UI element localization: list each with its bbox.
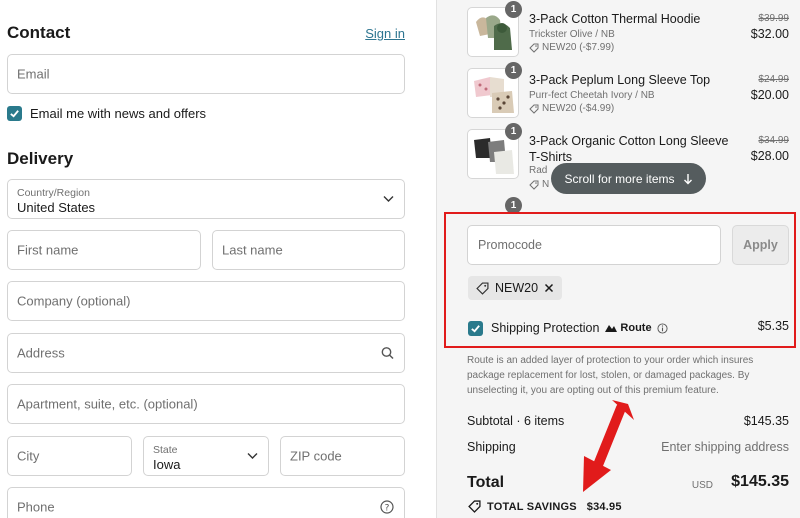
shipping-protection-price: $5.35 — [757, 319, 789, 333]
total-currency: USD — [691, 480, 713, 491]
shipping-protection-row: Shipping Protection Route $5.35 — [468, 319, 789, 337]
applied-code-text: NEW20 — [495, 281, 539, 295]
route-brand-text: Route — [620, 322, 652, 334]
item-discount-text: NEW20 (-$7.99) — [542, 42, 615, 53]
item-price: $20.00 — [750, 88, 789, 102]
info-icon[interactable] — [657, 322, 668, 334]
item-variant: Purr-fect Cheetah Ivory / NB — [529, 90, 655, 101]
help-icon[interactable]: ? — [380, 500, 394, 514]
apply-button[interactable]: Apply — [732, 225, 789, 265]
item-name: 3-Pack Cotton Thermal Hoodie — [529, 12, 701, 26]
arrow-down-icon — [683, 173, 692, 184]
item-discount: N — [529, 179, 549, 190]
newsletter-label: Email me with news and offers — [30, 106, 207, 121]
chevron-down-icon — [247, 453, 258, 460]
shipping-protection-checkbox[interactable] — [468, 320, 483, 336]
first-name-field[interactable]: First name — [7, 230, 201, 270]
route-logo: Route — [604, 322, 652, 334]
subtotal-row: Subtotal · 6 items $145.35 — [467, 414, 789, 428]
phone-placeholder: Phone — [17, 499, 55, 515]
quantity-badge: 1 — [505, 1, 522, 18]
address-field[interactable]: Address — [7, 333, 405, 373]
item-price: $28.00 — [750, 149, 789, 163]
item-original-price: $39.99 — [758, 13, 789, 24]
contact-heading: Contact — [7, 23, 71, 42]
close-icon[interactable] — [544, 283, 554, 293]
shipping-value: Enter shipping address — [661, 440, 789, 454]
apartment-placeholder: Apartment, suite, etc. (optional) — [17, 396, 198, 412]
cart-item: 1 3-Pack Peplum Long Sleeve Top Purr-fec… — [467, 62, 789, 124]
total-value: $145.35 — [731, 473, 789, 490]
tag-icon — [468, 500, 481, 513]
tag-icon — [529, 43, 539, 53]
chevron-down-icon — [383, 196, 394, 203]
quantity-badge: 1 — [505, 62, 522, 79]
item-discount: NEW20 (-$4.99) — [529, 103, 614, 114]
item-original-price: $24.99 — [758, 74, 789, 85]
address-placeholder: Address — [17, 345, 65, 361]
first-name-placeholder: First name — [17, 242, 79, 258]
subtotal-label: Subtotal · 6 items — [467, 414, 565, 428]
country-select[interactable]: Country/Region United States — [7, 179, 405, 219]
last-name-placeholder: Last name — [222, 242, 283, 258]
checkmark-icon — [471, 324, 480, 333]
city-field[interactable]: City — [7, 436, 132, 476]
tag-icon — [529, 180, 539, 190]
shipping-protection-label: Shipping Protection — [491, 321, 600, 335]
zip-field[interactable]: ZIP code — [280, 436, 405, 476]
total-savings: TOTAL SAVINGS $34.95 — [468, 500, 622, 513]
item-original-price: $34.99 — [758, 135, 789, 146]
city-placeholder: City — [17, 448, 40, 464]
checkmark-icon — [10, 110, 19, 118]
phone-field[interactable]: Phone ? — [7, 487, 405, 518]
tag-icon — [476, 281, 489, 295]
sign-in-link[interactable]: Sign in — [365, 26, 405, 41]
shipping-row: Shipping Enter shipping address — [467, 440, 789, 454]
tag-icon — [529, 104, 539, 114]
order-summary: 1 3-Pack Cotton Thermal Hoodie Trickster… — [436, 0, 800, 518]
shipping-label: Shipping — [467, 440, 516, 454]
state-label: State — [153, 444, 178, 456]
total-row: Total USD $145.35 — [467, 472, 789, 494]
savings-label: TOTAL SAVINGS — [487, 500, 577, 513]
cart-item: 1 3-Pack Cotton Thermal Hoodie Trickster… — [467, 1, 789, 63]
apartment-field[interactable]: Apartment, suite, etc. (optional) — [7, 384, 405, 424]
search-icon — [381, 347, 394, 360]
state-select[interactable]: State Iowa — [143, 436, 269, 476]
item-variant: Trickster Olive / NB — [529, 29, 615, 40]
email-placeholder: Email — [17, 66, 50, 82]
subtotal-value: $145.35 — [743, 414, 789, 428]
route-logo-icon — [605, 325, 618, 332]
applied-code-chip: NEW20 — [468, 276, 563, 300]
total-label: Total — [467, 474, 505, 491]
route-disclaimer: Route is an added layer of protection to… — [467, 355, 754, 396]
state-value: Iowa — [153, 457, 181, 472]
quantity-badge: 1 — [505, 123, 522, 140]
item-name: 3-Pack Organic Cotton Long Sleeve T-Shir… — [529, 134, 729, 164]
item-discount-text: NEW20 (-$4.99) — [542, 103, 615, 114]
savings-value: $34.95 — [586, 500, 622, 513]
svg-text:?: ? — [385, 503, 390, 513]
scroll-more-button[interactable]: Scroll for more items — [551, 163, 706, 194]
quantity-badge: 1 — [505, 197, 522, 214]
delivery-heading: Delivery — [7, 149, 74, 168]
country-value: United States — [17, 200, 96, 215]
email-field[interactable]: Email — [7, 54, 405, 94]
item-discount-text: N — [542, 179, 550, 190]
company-field[interactable]: Company (optional) — [7, 281, 405, 321]
checkout-form: Contact Sign in Email Email me with news… — [0, 0, 436, 518]
company-placeholder: Company (optional) — [17, 293, 131, 309]
country-label: Country/Region — [17, 187, 90, 199]
item-discount: NEW20 (-$7.99) — [529, 42, 614, 53]
newsletter-checkbox[interactable] — [7, 106, 22, 121]
scroll-more-label: Scroll for more items — [564, 171, 675, 186]
item-variant: Rad — [529, 165, 548, 176]
last-name-field[interactable]: Last name — [212, 230, 405, 270]
promocode-input[interactable]: Promocode — [467, 225, 721, 265]
zip-placeholder: ZIP code — [290, 448, 342, 464]
item-name: 3-Pack Peplum Long Sleeve Top — [529, 73, 711, 87]
promocode-placeholder: Promocode — [478, 238, 542, 252]
item-price: $32.00 — [750, 27, 789, 41]
